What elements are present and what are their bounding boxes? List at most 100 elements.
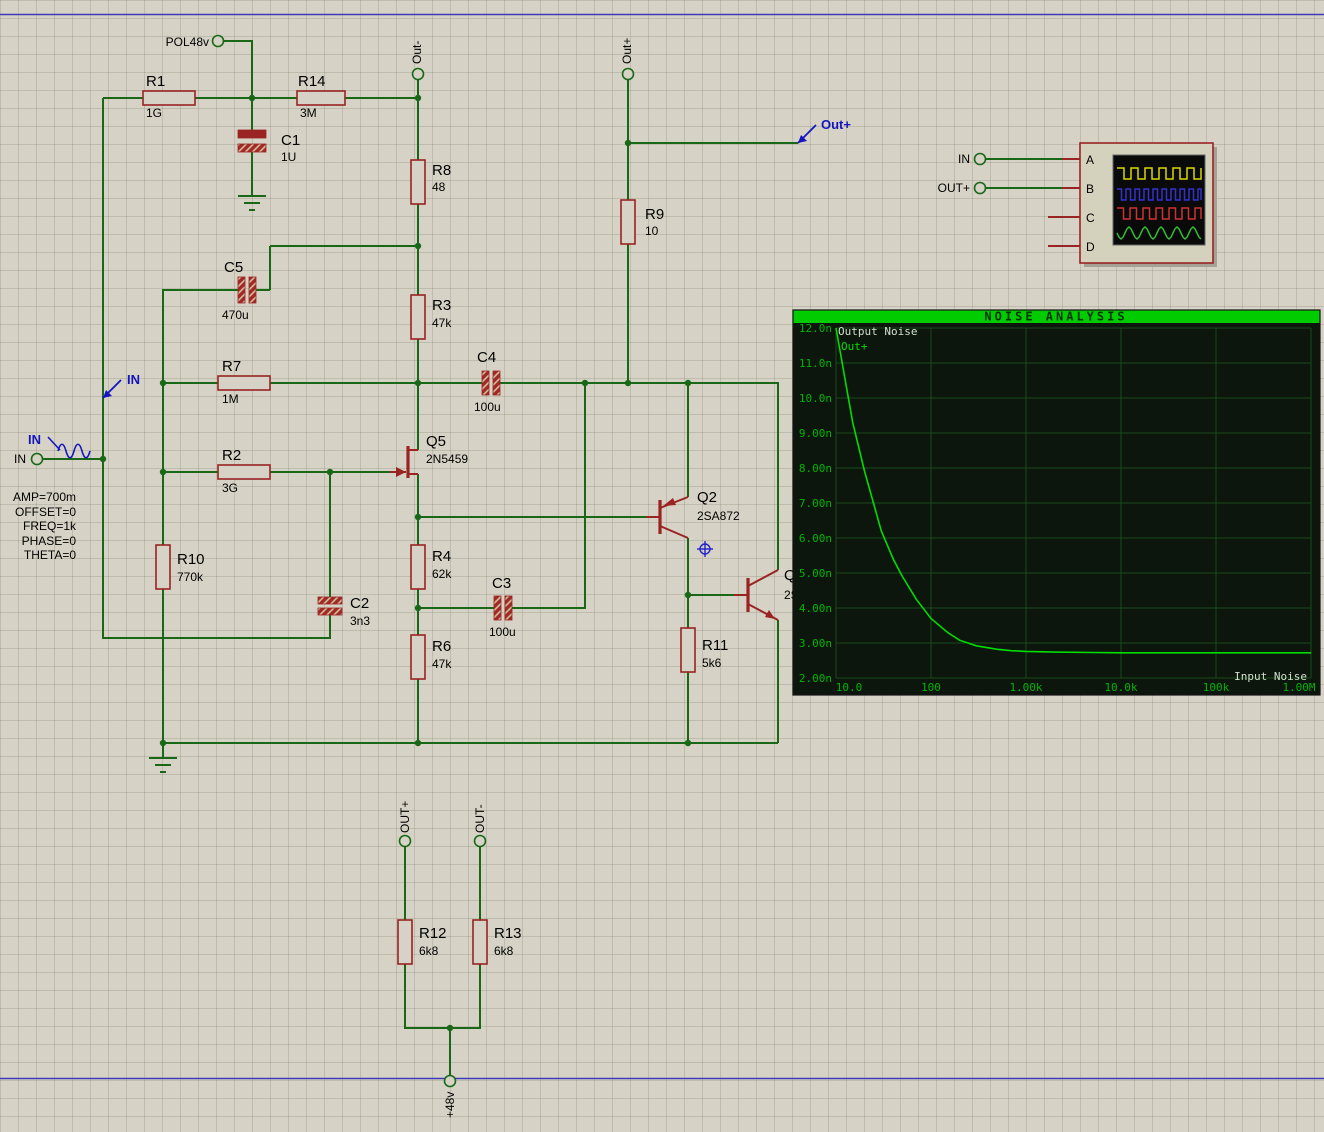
junction-dot: [684, 739, 692, 747]
generator-param: OFFSET=0: [15, 505, 76, 519]
scope-channel-label: C: [1086, 211, 1095, 225]
component-r4[interactable]: R4 62k: [410, 544, 452, 590]
terminal-icon-out-plus-bottom[interactable]: [398, 834, 412, 848]
generator-param: AMP=700m: [13, 490, 76, 504]
sine-generator-icon[interactable]: [47, 436, 91, 459]
component-value: 48: [432, 180, 446, 194]
graph-y-tick-label: 5.00n: [799, 567, 832, 580]
component-r13[interactable]: R13 6k8: [472, 919, 522, 965]
graph-x-tick-label: 1.00k: [1009, 681, 1042, 694]
generator-param: THETA=0: [24, 548, 76, 562]
component-ref: R11: [702, 637, 728, 654]
graph-title: NOISE ANALYSIS: [984, 310, 1127, 324]
junction-dot: [414, 604, 422, 612]
scope-out-label: OUT+: [938, 181, 970, 195]
component-r6[interactable]: R6 47k: [410, 634, 452, 680]
oscilloscope[interactable]: A B C D: [1048, 142, 1217, 267]
schematic-svg[interactable]: POL48v Out- Out+ IN OUT+ OUT- +48v IN OU…: [0, 0, 1324, 1132]
component-r1[interactable]: R1 1G: [142, 73, 196, 120]
component-value: 6k8: [494, 944, 514, 958]
component-value: 470u: [222, 308, 249, 322]
component-value: 770k: [177, 570, 204, 584]
component-value: 1G: [146, 106, 162, 120]
pnp-emitter-arrow-icon: [663, 498, 676, 506]
graph-y-tick-label: 6.00n: [799, 532, 832, 545]
component-ref: R10: [177, 551, 205, 568]
component-r8[interactable]: R8 48: [410, 159, 451, 205]
noise-analysis-panel[interactable]: 12.0n 11.0n 10.0n 9.00n 8.00n 7.00n 6.00n 5.00n…: [792, 309, 1321, 696]
graph-legend-input: Input Noise: [1234, 670, 1307, 683]
junction-dot: [414, 242, 422, 250]
terminal-icon-scope-out[interactable]: [973, 181, 987, 195]
ground-icon[interactable]: [238, 195, 266, 211]
graph-y-tick-label: 12.0n: [799, 322, 832, 335]
terminal-icon-out-plus-top[interactable]: [621, 67, 635, 81]
component-q2[interactable]: Q2 2SA872: [646, 489, 740, 539]
component-r7[interactable]: R7 1M: [217, 358, 271, 406]
component-c1[interactable]: C1 1U: [237, 129, 300, 164]
junction-dot: [446, 1024, 454, 1032]
graph-x-tick-label: 10.0: [836, 681, 863, 694]
component-ref: R8: [432, 162, 451, 179]
graph-legend-output: Output Noise: [838, 325, 917, 338]
component-r14[interactable]: R14 3M: [296, 73, 346, 120]
generator-params: AMP=700m OFFSET=0 FREQ=1k PHASE=0 THETA=…: [13, 490, 77, 562]
component-r12[interactable]: R12 6k8: [397, 919, 447, 965]
component-ref: R14: [298, 73, 326, 90]
component-value: 6k8: [419, 944, 439, 958]
scope-channel-label: B: [1086, 182, 1094, 196]
terminal-icon-out-minus-bottom[interactable]: [473, 834, 487, 848]
junction-dot: [159, 379, 167, 387]
junction-dot: [248, 94, 256, 102]
component-c2[interactable]: C2 3n3: [317, 595, 370, 628]
terminal-icon-scope-in[interactable]: [973, 152, 987, 166]
component-value: 2SA872: [697, 509, 740, 523]
component-ref: R4: [432, 548, 451, 565]
component-ref: Q2: [697, 489, 717, 506]
probe-label: IN: [127, 372, 140, 387]
graph-legend-trace: Out+: [841, 340, 868, 353]
graph-y-tick-label: 7.00n: [799, 497, 832, 510]
graph-y-tick-label: 9.00n: [799, 427, 832, 440]
graph-y-tick-label: 3.00n: [799, 637, 832, 650]
component-q5[interactable]: Q5 2N5459: [390, 433, 468, 478]
component-value: 62k: [432, 567, 452, 581]
junction-dot: [414, 94, 422, 102]
terminal-icon-input[interactable]: [30, 452, 44, 466]
scope-channel-label: D: [1086, 240, 1095, 254]
terminal-icon-pol48v[interactable]: [211, 34, 225, 48]
terminal-label-pol48v: POL48v: [166, 35, 209, 49]
component-value: 1M: [222, 392, 239, 406]
graph-x-tick-label: 100k: [1203, 681, 1230, 694]
component-c4[interactable]: C4 100u: [474, 349, 501, 414]
schematic-canvas[interactable]: POL48v Out- Out+ IN OUT+ OUT- +48v IN OU…: [0, 0, 1324, 1132]
junction-dot: [159, 739, 167, 747]
component-ref: Q5: [426, 433, 446, 450]
junction-dot: [684, 591, 692, 599]
graph-y-tick-label: 2.00n: [799, 672, 832, 685]
component-r3[interactable]: R3 47k: [410, 294, 452, 340]
component-ref: R2: [222, 447, 241, 464]
component-value: 1U: [281, 150, 296, 164]
terminal-label-48v: +48v: [443, 1092, 457, 1118]
component-r10[interactable]: R10 770k: [155, 544, 205, 590]
probe-out-plus[interactable]: Out+: [797, 117, 851, 144]
component-r9[interactable]: R9 10: [620, 199, 664, 245]
terminal-label-out-plus-bottom: OUT+: [398, 801, 412, 833]
component-value: 100u: [474, 400, 501, 414]
component-value: 47k: [432, 316, 452, 330]
component-ref: R12: [419, 925, 447, 942]
terminal-icon-48v[interactable]: [443, 1074, 457, 1088]
probe-in[interactable]: IN: [102, 372, 140, 399]
jfet-gate-arrow-icon: [396, 467, 406, 477]
junction-dot: [684, 379, 692, 387]
component-ref: R1: [146, 73, 165, 90]
component-ref: C1: [281, 132, 300, 149]
component-r11[interactable]: R11 5k6: [680, 627, 728, 673]
generator-probe-label: IN: [28, 432, 41, 447]
ground-icon[interactable]: [149, 757, 177, 773]
terminal-icon-out-minus-top[interactable]: [411, 67, 425, 81]
component-r2[interactable]: R2 3G: [217, 447, 271, 495]
component-ref: R7: [222, 358, 241, 375]
junction-dot: [624, 379, 632, 387]
